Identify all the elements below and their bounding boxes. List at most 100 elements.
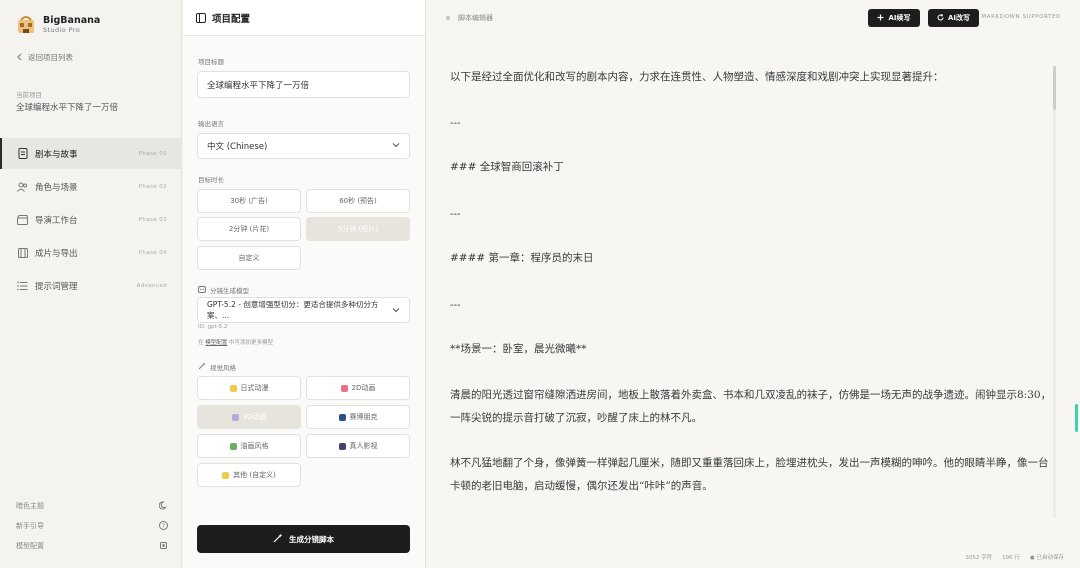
style-label: 2D动画 [351, 384, 376, 392]
sidebar-item-label: 角色与场景 [35, 182, 78, 193]
painting-icon [229, 442, 237, 450]
model-id: ID: gpt-5.2 [198, 324, 228, 330]
current-project-name: 全球编程水平下降了一万倍 [16, 103, 119, 113]
sidebar-item-label: 成片与导出 [35, 248, 78, 259]
model-note-prefix: 在 [198, 340, 204, 346]
duration-60s-button[interactable]: 60秒 (预告) [306, 189, 410, 213]
chevron-down-icon [392, 141, 400, 151]
clapperboard-icon [17, 214, 28, 225]
style-custom-button[interactable]: 其他 (自定义) [197, 463, 301, 487]
script-line: --- [450, 299, 461, 311]
script-line: 清晨的阳光透过窗帘缝隙洒进房间，地板上散落着外卖盒、书本和几双凌乱的袜子，仿佛是… [450, 389, 1052, 424]
visual-style-label: 视觉风格 [210, 364, 236, 372]
option-label: 新手引导 [16, 522, 44, 530]
ai-continue-label: AI续写 [888, 14, 911, 22]
model-config-button[interactable]: 模型配置 [16, 536, 168, 556]
sidebar-item-characters[interactable]: 角色与场景 Phase 02 [0, 171, 182, 202]
city-icon [338, 413, 346, 421]
film-clapper-icon [338, 442, 346, 450]
output-language-label: 输出语言 [198, 120, 224, 128]
style-3d-button[interactable]: 3D动画 [197, 405, 301, 429]
model-label-row: 分镜生成模型 [198, 285, 249, 295]
panel-icon [196, 8, 206, 27]
project-title-label: 项目标题 [198, 58, 224, 66]
current-project-label: 当前项目 [16, 91, 42, 99]
plus-icon [877, 14, 884, 23]
style-2d-button[interactable]: 2D动画 [306, 376, 410, 400]
sun-icon [229, 384, 237, 392]
style-label: 日式动漫 [240, 384, 269, 392]
config-panel: 项目配置 项目标题 全球编程水平下降了一万倍 输出语言 中文 (Chinese)… [183, 0, 426, 568]
project-title-input[interactable]: 全球编程水平下降了一万倍 [197, 71, 410, 98]
config-title: 项目配置 [212, 13, 251, 25]
style-label: 3D动画 [242, 413, 267, 421]
model-note-suffix: 中可添加更多模型 [229, 340, 274, 346]
script-line: **场景一：卧室，晨光微曦** [450, 343, 587, 355]
sidebar-item-phase: Advanced [136, 282, 167, 289]
output-language-select[interactable]: 中文 (Chinese) [197, 133, 410, 159]
style-label: 其他 (自定义) [233, 471, 276, 479]
duration-30s-button[interactable]: 30秒 (广告) [197, 189, 301, 213]
sidebar-item-script[interactable]: 剧本与故事 Phase 01 [0, 138, 182, 169]
brand-subtitle: Studio Pro [43, 26, 81, 34]
script-line: 林不凡猛地翻了个身，像弹簧一样弹起几厘米，随即又重重落回床上，脸埋进枕头，发出一… [450, 457, 1049, 492]
ai-rewrite-button[interactable]: AI改写 [928, 9, 979, 27]
markdown-supported-note: MARKDOWN SUPPORTED [981, 14, 1061, 20]
generate-label: 生成分镜脚本 [289, 534, 334, 544]
status-dot-icon [446, 16, 450, 20]
sidebar-item-director[interactable]: 导演工作台 Phase 03 [0, 204, 182, 235]
brand[interactable]: BigBanana Studio Pro [15, 14, 100, 36]
model-select[interactable]: GPT-5.2 - 创意增强型切分：更适合提供多种切分方案、... [197, 297, 410, 323]
sidebar-item-label: 导演工作台 [35, 215, 78, 226]
sidebar-nav: 剧本与故事 Phase 01 角色与场景 Phase 02 导演工作台 Phas… [0, 138, 182, 303]
script-editor: 脚本编辑器 AI续写 AI改写 MARKDOWN SUPPORTED 以下是经过… [427, 0, 1080, 568]
option-label: 模型配置 [16, 542, 44, 550]
scrollbar-thumb[interactable] [1053, 66, 1056, 110]
sidebar-item-export[interactable]: 成片与导出 Phase 04 [0, 237, 182, 268]
style-label: 赛博朋克 [349, 413, 378, 421]
sidebar: BigBanana Studio Pro 返回项目列表 当前项目 全球编程水平下… [0, 0, 182, 568]
magic-wand-icon [273, 533, 283, 545]
sidebar-bottom-options: 暗色主题 新手引导 ? 模型配置 [16, 496, 168, 556]
editor-footer: 3052 字符 196 行 ● 已自动保存 [965, 553, 1064, 561]
dark-theme-toggle[interactable]: 暗色主题 [16, 496, 168, 516]
ai-continue-button[interactable]: AI续写 [868, 9, 920, 27]
duration-custom-button[interactable]: 自定义 [197, 246, 301, 270]
style-anime-button[interactable]: 日式动漫 [197, 376, 301, 400]
style-live-action-button[interactable]: 真人影视 [306, 434, 410, 458]
users-icon [17, 181, 28, 192]
svg-text:?: ? [162, 523, 165, 529]
sidebar-item-prompts[interactable]: 提示词管理 Advanced [0, 270, 182, 301]
char-count: 3052 字符 [965, 555, 993, 561]
sidebar-item-phase: Phase 01 [138, 150, 167, 157]
generate-storyboard-button[interactable]: 生成分镜脚本 [197, 525, 410, 553]
logo-icon [15, 14, 37, 36]
scrollbar-track [1053, 110, 1056, 518]
editor-toolbar: 脚本编辑器 AI续写 AI改写 MARKDOWN SUPPORTED [427, 0, 1080, 36]
magic-wand-icon [198, 362, 206, 372]
model-label: 分镜生成模型 [210, 287, 249, 295]
refresh-icon [937, 13, 944, 23]
document-icon [17, 148, 28, 159]
sidebar-item-phase: Phase 02 [138, 183, 167, 190]
duration-2min-button[interactable]: 2分钟 (片花) [197, 217, 301, 241]
cube-icon [231, 413, 239, 421]
visual-style-label-row: 视觉风格 [198, 362, 236, 372]
style-label: 真人影视 [349, 442, 378, 450]
back-to-projects-link[interactable]: 返回项目列表 [16, 52, 73, 63]
style-cyberpunk-button[interactable]: 赛博朋克 [306, 405, 410, 429]
script-line: #### 第一章：程序员的末日 [450, 252, 594, 264]
film-icon [17, 247, 28, 258]
style-oil-painting-button[interactable]: 油画风格 [197, 434, 301, 458]
model-config-link[interactable]: 模型配置 [205, 340, 227, 346]
list-icon [17, 280, 28, 291]
palette-icon [340, 384, 348, 392]
duration-5min-button[interactable]: 5分钟 (短片) [306, 217, 410, 241]
style-label: 油画风格 [240, 442, 269, 450]
editor-title: 脚本编辑器 [458, 14, 493, 22]
select-value: GPT-5.2 - 创意增强型切分：更适合提供多种切分方案、... [207, 300, 379, 320]
model-note: 在 模型配置 中可添加更多模型 [198, 338, 273, 346]
onboarding-guide-button[interactable]: 新手引导 ? [16, 516, 168, 536]
sidebar-item-phase: Phase 04 [138, 249, 167, 256]
ai-rewrite-label: AI改写 [947, 14, 971, 22]
